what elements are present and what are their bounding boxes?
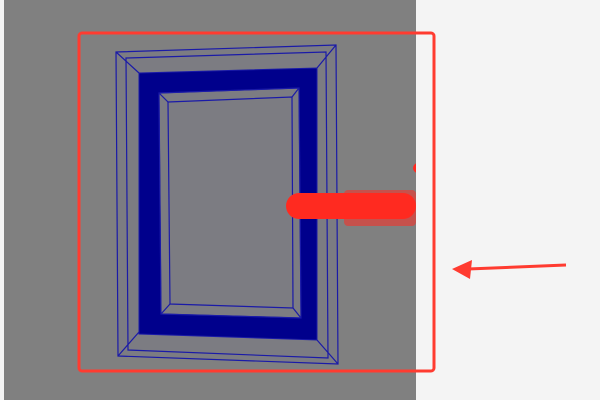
screenshot [0, 0, 600, 400]
3d-viewport[interactable] [4, 0, 416, 400]
viewport-scene [4, 0, 416, 400]
blank-side-panel [416, 0, 600, 400]
manipulator-x-axis[interactable] [286, 193, 416, 219]
inner-panel-face [167, 96, 294, 309]
